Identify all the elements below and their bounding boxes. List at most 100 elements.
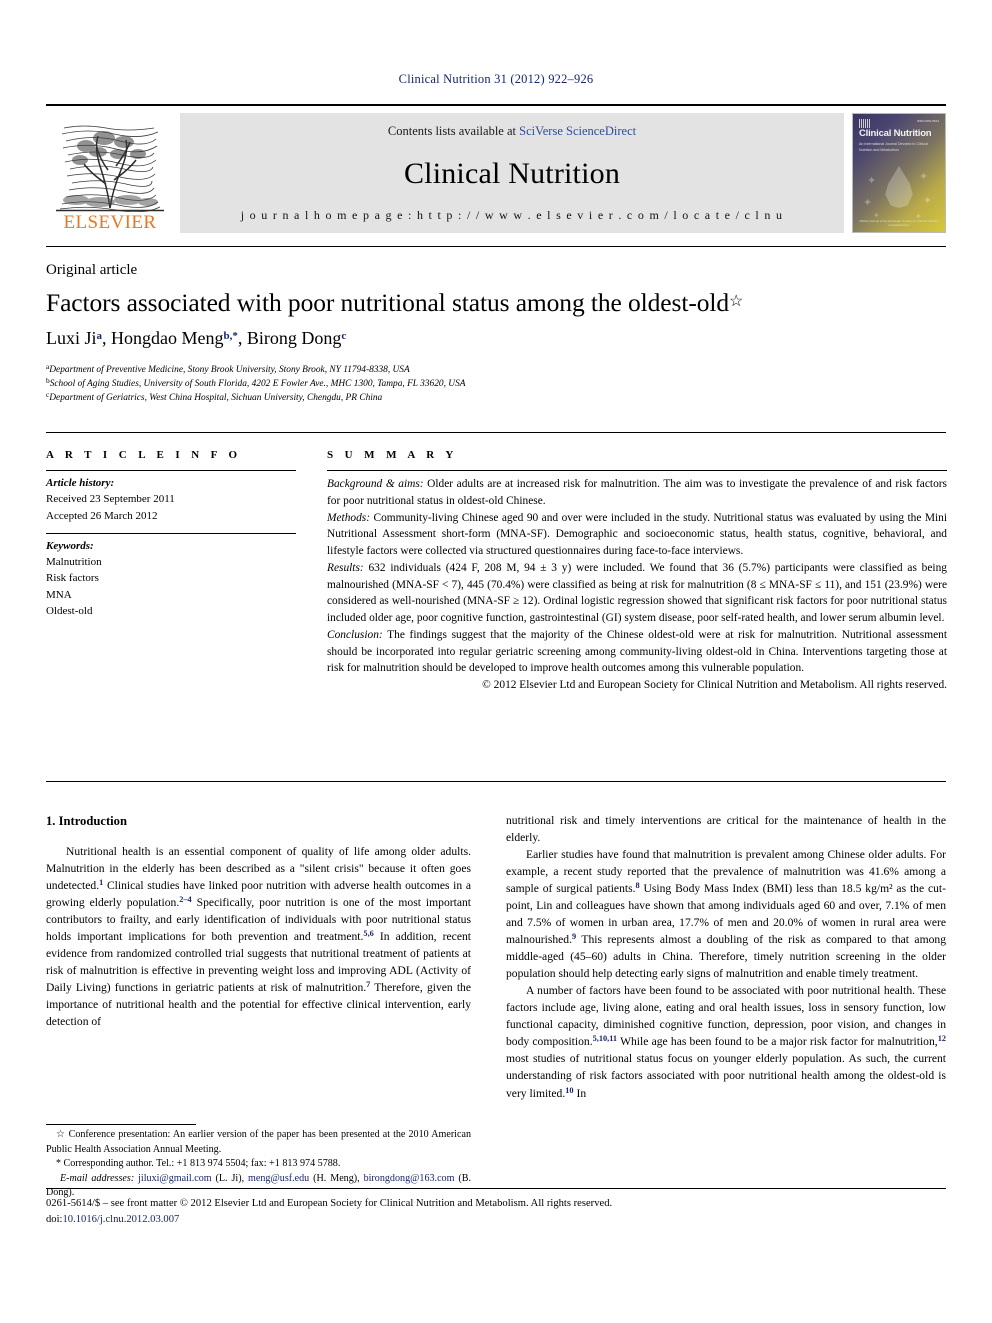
abstract-methods-label: Methods:	[327, 511, 371, 524]
paragraph: A number of factors have been found to b…	[506, 982, 946, 1101]
email-link[interactable]: birongdong@163.com	[364, 1173, 455, 1184]
article-title-text: Factors associated with poor nutritional…	[46, 288, 729, 317]
affiliation-c: cDepartment of Geriatrics, West China Ho…	[46, 390, 946, 405]
paragraph: Earlier studies have found that malnutri…	[506, 846, 946, 982]
paragraph-text: In	[576, 1086, 587, 1100]
history-received: Received 23 September 2011	[46, 493, 175, 506]
author-name[interactable]: Birong Dong	[247, 328, 342, 348]
abstract-conclusion-label: Conclusion:	[327, 628, 383, 641]
cover-star-icon: ✦	[923, 195, 933, 207]
journal-homepage-line[interactable]: j o u r n a l h o m e p a g e : h t t p …	[241, 208, 784, 223]
section-heading-introduction: 1. Introduction	[46, 814, 127, 828]
journal-cover-thumbnail: ISSN 0261-5614 Clinical Nutrition An Int…	[852, 113, 946, 233]
abstract-methods-text: Community-living Chinese aged 90 and ove…	[327, 511, 947, 558]
page-title: Factors associated with poor nutritional…	[46, 288, 946, 318]
masthead-center: Contents lists available at SciVerse Sci…	[180, 113, 844, 233]
cover-footer-text: Official Journal of the European Society…	[859, 219, 939, 227]
summary-heading: S U M M A R Y	[327, 449, 458, 461]
author-list: Luxi Jia, Hongdao Mengb,*, Birong Dongc	[46, 328, 347, 348]
imprint-copyright: 0261-5614/$ – see front matter © 2012 El…	[46, 1198, 613, 1209]
abstract-results-text: 632 individuals (424 F, 208 M, 94 ± 3 y)…	[327, 561, 947, 625]
footnote-marker-dagger: ☆	[56, 1129, 66, 1140]
sciencedirect-link[interactable]: SciVerse ScienceDirect	[519, 124, 636, 138]
author-name[interactable]: Luxi Ji	[46, 328, 97, 348]
abstract-results-label: Results:	[327, 561, 364, 574]
citation-ref[interactable]: 8	[636, 881, 640, 890]
email-owner: (H. Meng)	[313, 1172, 358, 1184]
info-top-rule	[46, 432, 946, 433]
body-column-left: Nutritional health is an essential compo…	[46, 843, 471, 1030]
author-affil-marker: c	[341, 330, 347, 342]
cover-title: Clinical Nutrition	[859, 128, 932, 139]
summary-column: Background & aims: Older adults are at i…	[327, 470, 947, 694]
author-affil-marker: a	[96, 330, 103, 342]
email-addresses-label: E-mail addresses:	[60, 1172, 135, 1184]
footnote-corresponding: * Corresponding author. Tel.: +1 813 974…	[46, 1157, 471, 1172]
masthead-bottom-rule	[46, 246, 946, 247]
running-head: Clinical Nutrition 31 (2012) 922–926	[398, 72, 594, 86]
paragraph: Nutritional health is an essential compo…	[46, 843, 471, 1030]
paragraph-text: While age has been found to be a major r…	[620, 1035, 938, 1049]
article-type: Original article	[46, 262, 138, 278]
footnote-corresponding-text: Corresponding author. Tel.: +1 813 974 5…	[61, 1158, 341, 1170]
keyword-item: Risk factors	[46, 572, 99, 585]
affiliation-text: Department of Geriatrics, West China Hos…	[49, 393, 383, 403]
affiliation-text: Department of Preventive Medicine, Stony…	[49, 365, 410, 375]
imprint-block: 0261-5614/$ – see front matter © 2012 El…	[46, 1196, 946, 1228]
imprint-doi: doi:10.1016/j.clnu.2012.03.007	[46, 1212, 946, 1228]
footnote-conference: ☆ Conference presentation: An earlier ve…	[46, 1128, 471, 1157]
cover-star-icon: ✦	[919, 171, 929, 183]
keywords-block: Keywords: Malnutrition Risk factors MNA …	[46, 534, 296, 628]
body-column-right: nutritional risk and timely intervention…	[506, 812, 946, 1102]
keyword-item: Malnutrition	[46, 556, 102, 569]
keyword-item: MNA	[46, 588, 72, 601]
abstract-conclusion-text: The findings suggest that the majority o…	[327, 628, 947, 675]
doi-label: doi:	[46, 1213, 63, 1225]
email-owner: (L. Ji)	[215, 1172, 242, 1184]
contents-lists-line: Contents lists available at SciVerse Sci…	[388, 124, 636, 139]
article-history-block: Article history: Received 23 September 2…	[46, 471, 296, 533]
paragraph-text: nutritional risk and timely intervention…	[506, 814, 946, 845]
paper-page: Clinical Nutrition 31 (2012) 922–926 ELS…	[0, 0, 992, 1323]
abstract-methods: Methods: Community-living Chinese aged 9…	[327, 510, 947, 560]
abstract-background-label: Background & aims:	[327, 478, 424, 490]
journal-title: Clinical Nutrition	[403, 156, 621, 190]
citation-ref[interactable]: 1	[99, 878, 103, 887]
affiliation-text: School of Aging Studies, University of S…	[49, 379, 466, 389]
citation-ref[interactable]: 10	[565, 1086, 573, 1095]
abstract-body: Background & aims: Older adults are at i…	[327, 471, 947, 694]
cover-subtitle: An International Journal Devoted to Clin…	[859, 142, 928, 152]
article-info-column: Article history: Received 23 September 2…	[46, 470, 296, 628]
citation-ref[interactable]: 7	[366, 980, 370, 989]
keyword-item: Oldest-old	[46, 604, 93, 617]
footnote-rule	[46, 1124, 196, 1125]
footnote-block: ☆ Conference presentation: An earlier ve…	[46, 1128, 471, 1201]
elsevier-wordmark: ELSEVIER	[63, 212, 157, 233]
journal-masthead: ELSEVIER Contents lists available at Sci…	[46, 104, 946, 241]
doi-link[interactable]: 10.1016/j.clnu.2012.03.007	[62, 1214, 179, 1225]
elsevier-tree-icon	[54, 122, 166, 212]
citation-ref[interactable]: 5,6	[363, 929, 373, 938]
contents-prefix: Contents lists available at	[387, 124, 520, 138]
author-affil-marker: b,*	[223, 330, 238, 342]
article-history-label: Article history:	[46, 477, 115, 489]
cover-star-icon: ✦	[863, 197, 873, 209]
citation-ref[interactable]: 2–4	[179, 895, 191, 904]
author-name[interactable]: Hongdao Meng	[111, 328, 223, 348]
citation-ref[interactable]: 5,10,11	[593, 1034, 617, 1043]
email-link[interactable]: jiluxi@gmail.com	[138, 1173, 212, 1184]
abstract-bottom-rule	[46, 781, 946, 782]
title-footnote-marker: ☆	[729, 293, 744, 310]
abstract-copyright: © 2012 Elsevier Ltd and European Society…	[482, 679, 947, 692]
history-accepted: Accepted 26 March 2012	[46, 509, 158, 522]
imprint-rule	[46, 1188, 946, 1189]
cover-droplet-icon	[885, 166, 913, 208]
citation-ref[interactable]: 9	[572, 932, 576, 941]
email-link[interactable]: meng@usf.edu	[248, 1173, 309, 1184]
abstract-background: Background & aims: Older adults are at i…	[327, 476, 947, 510]
article-info-heading: A R T I C L E I N F O	[46, 449, 242, 461]
keywords-label: Keywords:	[46, 539, 94, 552]
citation-ref[interactable]: 12	[938, 1034, 946, 1043]
footnote-conference-text: Conference presentation: An earlier vers…	[46, 1129, 471, 1155]
abstract-conclusion: Conclusion: The findings suggest that th…	[327, 627, 947, 677]
